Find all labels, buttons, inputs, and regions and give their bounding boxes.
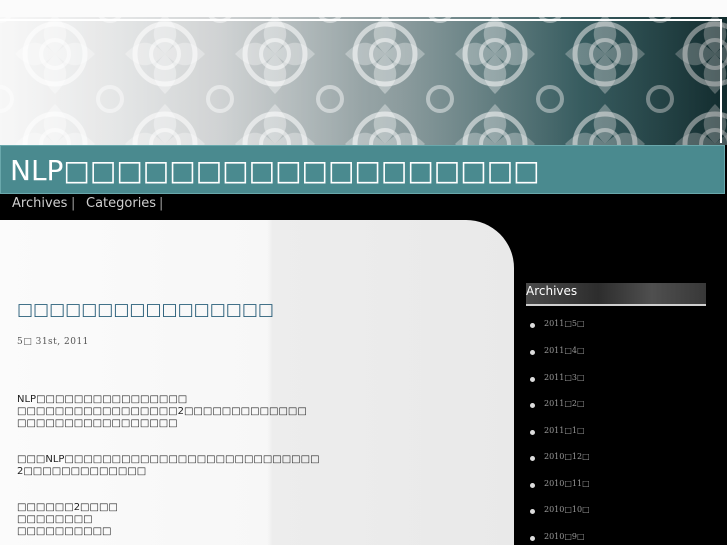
post-text-line: □□□□□□□□: [17, 514, 93, 525]
archive-label: 2010□9□: [544, 532, 585, 541]
post-text-line: □□□□□□□□□□□□□□□□□2□□□□□□□□□□□□□: [17, 406, 307, 417]
archive-label: 2010□11□: [544, 479, 590, 488]
nav-archives[interactable]: Archives: [12, 196, 67, 211]
bullet-icon: [530, 377, 535, 382]
bullet-icon: [530, 403, 535, 408]
post-title[interactable]: □□□□□□□□□□□□□□□□: [17, 300, 274, 320]
post-date: 5□ 31st, 2011: [17, 337, 89, 347]
post-text-line: □□□□□□□□□□□□□□□□□: [17, 418, 178, 429]
nav-categories[interactable]: Categories: [86, 196, 156, 211]
title-bar: NLP□□□□□□□□□□□□□□□□□□: [0, 145, 725, 194]
archive-label: 2011□3□: [544, 373, 585, 382]
page: NLP□□□□□□□□□□□□□□□□□□ Archives | Categor…: [0, 0, 727, 545]
post-text-line: □□□NLP□□□□□□□□□□□□□□□□□□□□□□□□□□□: [17, 454, 320, 465]
header-banner: [0, 17, 727, 145]
nav-separator: |: [159, 196, 164, 211]
nav-bar: Archives | Categories |: [0, 194, 727, 220]
archives-widget-title: Archives: [526, 284, 578, 298]
bullet-icon: [530, 350, 535, 355]
post-text-line: 2□□□□□□□□□□□□□: [17, 466, 147, 477]
bullet-icon: [530, 456, 535, 461]
archive-label: 2011□2□: [544, 399, 585, 408]
bullet-icon: [530, 509, 535, 514]
nav-separator: |: [71, 196, 76, 211]
main-content: □□□□□□□□□□□□□□□□ 5□ 31st, 2011 NLP□□□□□□…: [0, 220, 514, 545]
archive-label: 2011□5□: [544, 319, 585, 328]
bullet-icon: [530, 323, 535, 328]
site-title[interactable]: NLP□□□□□□□□□□□□□□□□□□: [10, 154, 540, 187]
post-text-line: □□□□□□2□□□□: [17, 502, 118, 513]
bullet-icon: [530, 536, 535, 541]
archive-label: 2010□12□: [544, 452, 590, 461]
archive-label: 2010□10□: [544, 505, 590, 514]
top-strip: [0, 0, 727, 17]
archives-widget-header: Archives: [526, 283, 706, 306]
post-text-line: □□□□□□□□□□: [17, 526, 112, 537]
ornament-pattern: [0, 17, 727, 145]
bullet-icon: [530, 483, 535, 488]
bullet-icon: [530, 430, 535, 435]
sidebar: Archives 2011□5□ 2011□4□ 2011□3□ 2011□2□…: [514, 220, 727, 545]
post-text-line: NLP□□□□□□□□□□□□□□□□: [17, 394, 188, 405]
archive-label: 2011□1□: [544, 426, 585, 435]
archive-label: 2011□4□: [544, 346, 585, 355]
